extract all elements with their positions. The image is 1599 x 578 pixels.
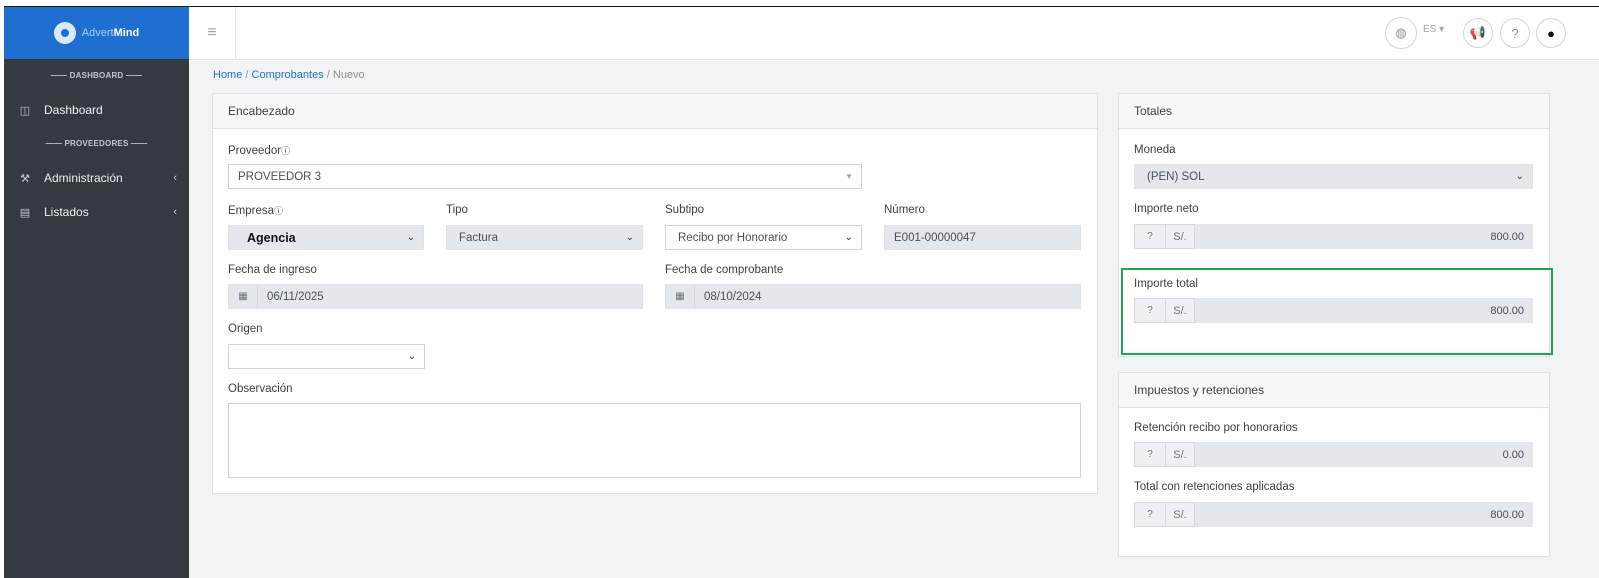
observacion-textarea[interactable] [228,403,1081,478]
fecha-comprobante-label: Fecha de comprobante [665,264,784,276]
chevron-down-icon: ⌄ [406,232,415,243]
empresa-label: Empresaⓘ [228,205,284,217]
breadcrumb-comprobantes[interactable]: Comprobantes [252,69,324,81]
origen-label: Origen [228,323,263,335]
list-icon: ▤ [19,206,31,219]
megaphone-icon[interactable]: 📢 [1463,18,1493,48]
importe-neto-label: Importe neto [1134,203,1199,215]
nav-section-dashboard: —— DASHBOARD —— [50,71,143,80]
currency-symbol: S/. [1166,224,1195,249]
help-icon[interactable]: ? [1134,502,1166,527]
tipo-label: Tipo [446,204,468,216]
chevron-down-icon: ⌄ [625,232,634,243]
card-title: Encabezado [213,94,1097,129]
tipo-select[interactable]: Factura ⌄ [446,225,643,250]
sidebar-item-label: Dashboard [44,103,103,117]
empresa-select[interactable]: Agencia ⌄ [228,225,424,250]
importe-neto-field[interactable]: ? S/. 800.00 [1134,224,1533,249]
calendar-icon[interactable]: ▦ [229,285,258,308]
card-title: Impuestos y retenciones [1119,373,1549,408]
sidebar-item-listados[interactable]: ▤ Listados ‹ [4,200,189,224]
fecha-comprobante-field[interactable]: ▦ 08/10/2024 [665,284,1081,309]
help-icon[interactable]: ⓘ [274,206,283,216]
moneda-select[interactable]: (PEN) SOL ⌄ [1134,164,1533,189]
breadcrumb-current: Nuevo [332,69,365,81]
retencion-label: Retención recibo por honorarios [1134,422,1298,434]
help-icon[interactable]: ? [1134,442,1166,467]
subtipo-select[interactable]: Recibo por Honorario ⌄ [665,225,862,250]
encabezado-card: Encabezado Proveedorⓘ PROVEEDOR 3 ▼ Empr… [212,93,1098,494]
observacion-label: Observación [228,383,293,395]
subtipo-label: Subtipo [665,204,705,216]
chevron-left-icon: ‹ [173,206,177,218]
fecha-ingreso-field[interactable]: ▦ 06/11/2025 [228,284,643,309]
sidebar: AdvertMind —— DASHBOARD —— ◫ Dashboard —… [4,7,189,578]
importe-neto-value: 800.00 [1195,224,1533,249]
numero-field[interactable]: E001-00000047 [884,225,1081,250]
chevron-down-icon: ▼ [845,172,853,181]
fecha-ingreso-label: Fecha de ingreso [228,264,317,276]
numero-label: Número [884,204,925,216]
calendar-icon[interactable]: ▦ [666,285,695,308]
proveedor-select[interactable]: PROVEEDOR 3 ▼ [228,164,862,189]
wrench-icon: ⚒ [20,172,30,185]
impuestos-card: Impuestos y retenciones Retención recibo… [1118,372,1550,557]
logo-icon [53,22,76,44]
help-icon[interactable]: ? [1134,224,1166,249]
help-icon[interactable]: ⓘ [281,146,290,156]
language-selector[interactable]: ES ▾ [1423,24,1444,35]
sidebar-item-label: Administración [44,171,123,185]
user-avatar-icon[interactable]: ● [1536,18,1566,48]
retencion-value: 0.00 [1195,442,1533,467]
hamburger-menu-icon[interactable]: ≡ [189,7,236,59]
retencion-field[interactable]: ? S/. 0.00 [1134,442,1533,467]
sidebar-item-dashboard[interactable]: ◫ Dashboard [4,98,189,122]
proveedor-label: Proveedorⓘ [228,145,291,157]
sidebar-item-label: Listados [44,205,89,219]
columns-icon: ◫ [19,104,31,117]
globe-icon[interactable]: ◍ [1385,17,1417,49]
chevron-left-icon: ‹ [173,172,177,184]
topbar: ≡ ◍ ES ▾ 📢 ? ● [189,7,1599,60]
total-retenciones-field[interactable]: ? S/. 800.00 [1134,502,1533,527]
help-icon[interactable]: ? [1500,18,1530,48]
brand-name: AdvertMind [81,27,140,39]
total-retenciones-value: 800.00 [1195,502,1533,527]
currency-symbol: S/. [1166,502,1195,527]
highlight-box [1121,268,1553,355]
card-title: Totales [1119,94,1549,129]
moneda-label: Moneda [1134,144,1176,156]
origen-select[interactable]: ⌄ [228,344,425,369]
currency-symbol: S/. [1166,442,1195,467]
sidebar-item-administracion[interactable]: ⚒ Administración ‹ [4,166,189,190]
breadcrumb-home[interactable]: Home [213,69,242,81]
app-frame: AdvertMind —— DASHBOARD —— ◫ Dashboard —… [4,6,1599,578]
total-retenciones-label: Total con retenciones aplicadas [1134,481,1295,493]
chevron-down-icon: ⌄ [1515,171,1524,182]
chevron-down-icon: ⌄ [844,232,853,243]
brand-logo[interactable]: AdvertMind [4,7,189,59]
chevron-down-icon: ⌄ [407,351,416,362]
nav-section-proveedores: —— PROVEEDORES —— [45,139,148,148]
breadcrumb: Home / Comprobantes / Nuevo [213,69,365,81]
